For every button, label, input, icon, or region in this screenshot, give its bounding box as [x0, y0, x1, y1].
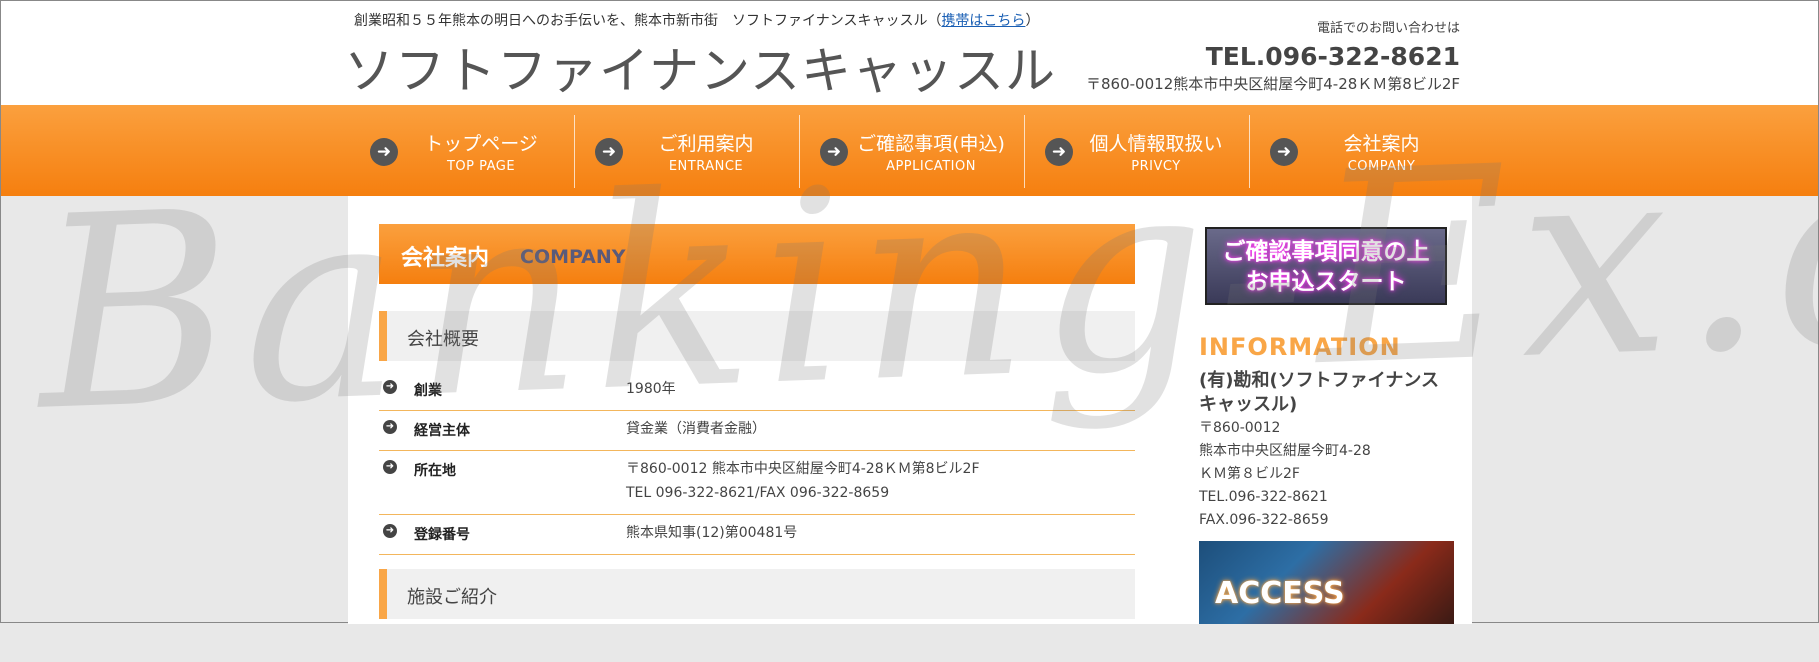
nav-item-entrance[interactable]: ➜ ご利用案内 ENTRANCE: [575, 115, 800, 188]
nav-label-jp: 個人情報取扱い: [1089, 133, 1223, 155]
header-contact: 電話でのお問い合わせは TEL.096-322-8621 〒860-0012熊本…: [1086, 17, 1460, 94]
row-value: 〒860-0012 熊本市中央区紺屋今町4-28ＫＭ第8ビル2F TEL 096-…: [626, 450, 1135, 515]
site-header: 創業昭和５５年熊本の明日へのお手伝いを、熊本市新市街 ソフトファイナンスキャッス…: [1, 1, 1818, 105]
site-logo[interactable]: ソフトファイナンスキャッスル: [344, 31, 1056, 103]
nav-item-application[interactable]: ➜ ご確認事項(申込) APPLICATION: [800, 115, 1025, 188]
nav-label-en: ENTRANCE: [668, 159, 744, 174]
address-line: 〒860-0012: [1199, 420, 1281, 436]
address-line: 熊本市中央区紺屋今町4-28: [1199, 443, 1371, 459]
nav-label-jp: ご確認事項(申込): [857, 133, 1005, 155]
section-heading-overview: 会社概要: [379, 311, 1135, 361]
page-title: 会社案内: [401, 246, 490, 271]
contact-label: 電話でのお問い合わせは: [1316, 21, 1460, 36]
company-address-block: 〒860-0012 熊本市中央区紺屋今町4-28 ＫＭ第８ビル2F TEL.09…: [1199, 417, 1449, 532]
row-value: 貸金業（消費者金融）: [626, 410, 1135, 451]
arrow-right-circle-icon: ➜: [383, 460, 397, 474]
company-info-table: ➜ 創業 1980年 ➜ 経営主体 貸金業（消費者金融） ➜ 所在地 〒860-001…: [379, 371, 1135, 555]
page-title-en: COMPANY: [520, 246, 626, 268]
nav-label-en: PRIVCY: [1131, 159, 1181, 174]
nav-item-top-page[interactable]: ➜ トップページ TOP PAGE: [350, 115, 575, 188]
mobile-site-link[interactable]: 携帯はこちら: [941, 13, 1025, 29]
apply-button-line: ご確認事項同意の上: [1222, 239, 1430, 265]
address-line: ＫＭ第８ビル2F: [1199, 466, 1300, 482]
information-heading: INFORMATION: [1199, 333, 1401, 361]
arrow-right-circle-icon: ➜: [383, 420, 397, 434]
row-key-text: 登録番号: [414, 527, 470, 543]
table-row: ➜ 経営主体 貸金業（消費者金融）: [379, 410, 1135, 451]
row-key-text: 経営主体: [414, 423, 470, 439]
section-heading-facilities: 施設ご紹介: [379, 569, 1135, 619]
section-heading-text: 会社概要: [407, 329, 479, 350]
nav-label-en: APPLICATION: [886, 159, 976, 174]
page-title-bar: 会社案内 COMPANY: [379, 224, 1135, 284]
row-key: ➜ 経営主体: [379, 410, 626, 451]
arrow-right-circle-icon: ➜: [383, 524, 397, 538]
apply-button-line: お申込スタート: [1245, 269, 1407, 295]
section-heading-text: 施設ご紹介: [407, 587, 497, 608]
header-tagline: 創業昭和５５年熊本の明日へのお手伝いを、熊本市新市街 ソフトファイナンスキャッス…: [354, 10, 1039, 30]
nav-label-jp: トップページ: [424, 133, 538, 155]
nav-label-jp: ご利用案内: [658, 133, 754, 155]
row-value-line: TEL 096-322-8621/FAX 096-322-8659: [626, 485, 890, 501]
global-nav: ➜ トップページ TOP PAGE ➜ ご利用案内 ENTRANCE ➜ ご確認事項…: [1, 105, 1818, 196]
row-key-text: 創業: [414, 383, 442, 399]
table-row: ➜ 創業 1980年: [379, 371, 1135, 411]
arrow-right-circle-icon: ➜: [820, 137, 848, 166]
table-row: ➜ 所在地 〒860-0012 熊本市中央区紺屋今町4-28ＫＭ第8ビル2F TEL…: [379, 450, 1135, 515]
table-row: ➜ 登録番号 熊本県知事(12)第00481号: [379, 514, 1135, 555]
access-banner-text: ACCESS: [1215, 576, 1345, 611]
nav-label-en: TOP PAGE: [446, 159, 516, 174]
arrow-right-circle-icon: ➜: [370, 137, 398, 166]
row-value-line: 〒860-0012 熊本市中央区紺屋今町4-28ＫＭ第8ビル2F: [626, 461, 980, 477]
tagline-close: ）: [1025, 13, 1040, 29]
sidebar-fax: FAX.096-322-8659: [1199, 512, 1329, 528]
arrow-right-circle-icon: ➜: [383, 380, 397, 394]
access-banner[interactable]: ACCESS: [1199, 541, 1454, 624]
arrow-right-circle-icon: ➜: [1045, 137, 1073, 166]
nav-label-jp: 会社案内: [1343, 133, 1420, 155]
row-key: ➜ 所在地: [379, 450, 626, 515]
tagline-text: 創業昭和５５年熊本の明日へのお手伝いを、熊本市新市街 ソフトファイナンスキャッス…: [354, 13, 942, 29]
apply-start-button[interactable]: ご確認事項同意の上 お申込スタート: [1205, 227, 1447, 305]
row-key: ➜ 創業: [379, 371, 626, 411]
row-key: ➜ 登録番号: [379, 514, 626, 555]
row-key-text: 所在地: [414, 463, 456, 479]
row-value: 1980年: [626, 371, 1135, 411]
sidebar-phone: TEL.096-322-8621: [1199, 489, 1328, 505]
nav-item-privacy[interactable]: ➜ 個人情報取扱い PRIVCY: [1025, 115, 1250, 188]
row-value: 熊本県知事(12)第00481号: [626, 514, 1135, 555]
company-name: (有)勘和(ソフトファイナンスキャッスル): [1199, 370, 1439, 415]
nav-label-en: COMPANY: [1347, 159, 1416, 174]
arrow-right-circle-icon: ➜: [595, 137, 623, 166]
nav-items: ➜ トップページ TOP PAGE ➜ ご利用案内 ENTRANCE ➜ ご確認事項…: [350, 115, 1475, 188]
contact-address: 〒860-0012熊本市中央区紺屋今町4-28ＫＭ第8ビル2F: [1086, 75, 1460, 93]
nav-item-company[interactable]: ➜ 会社案内 COMPANY: [1250, 115, 1475, 188]
arrow-right-circle-icon: ➜: [1270, 137, 1298, 166]
contact-phone: TEL.096-322-8621: [1205, 42, 1460, 71]
